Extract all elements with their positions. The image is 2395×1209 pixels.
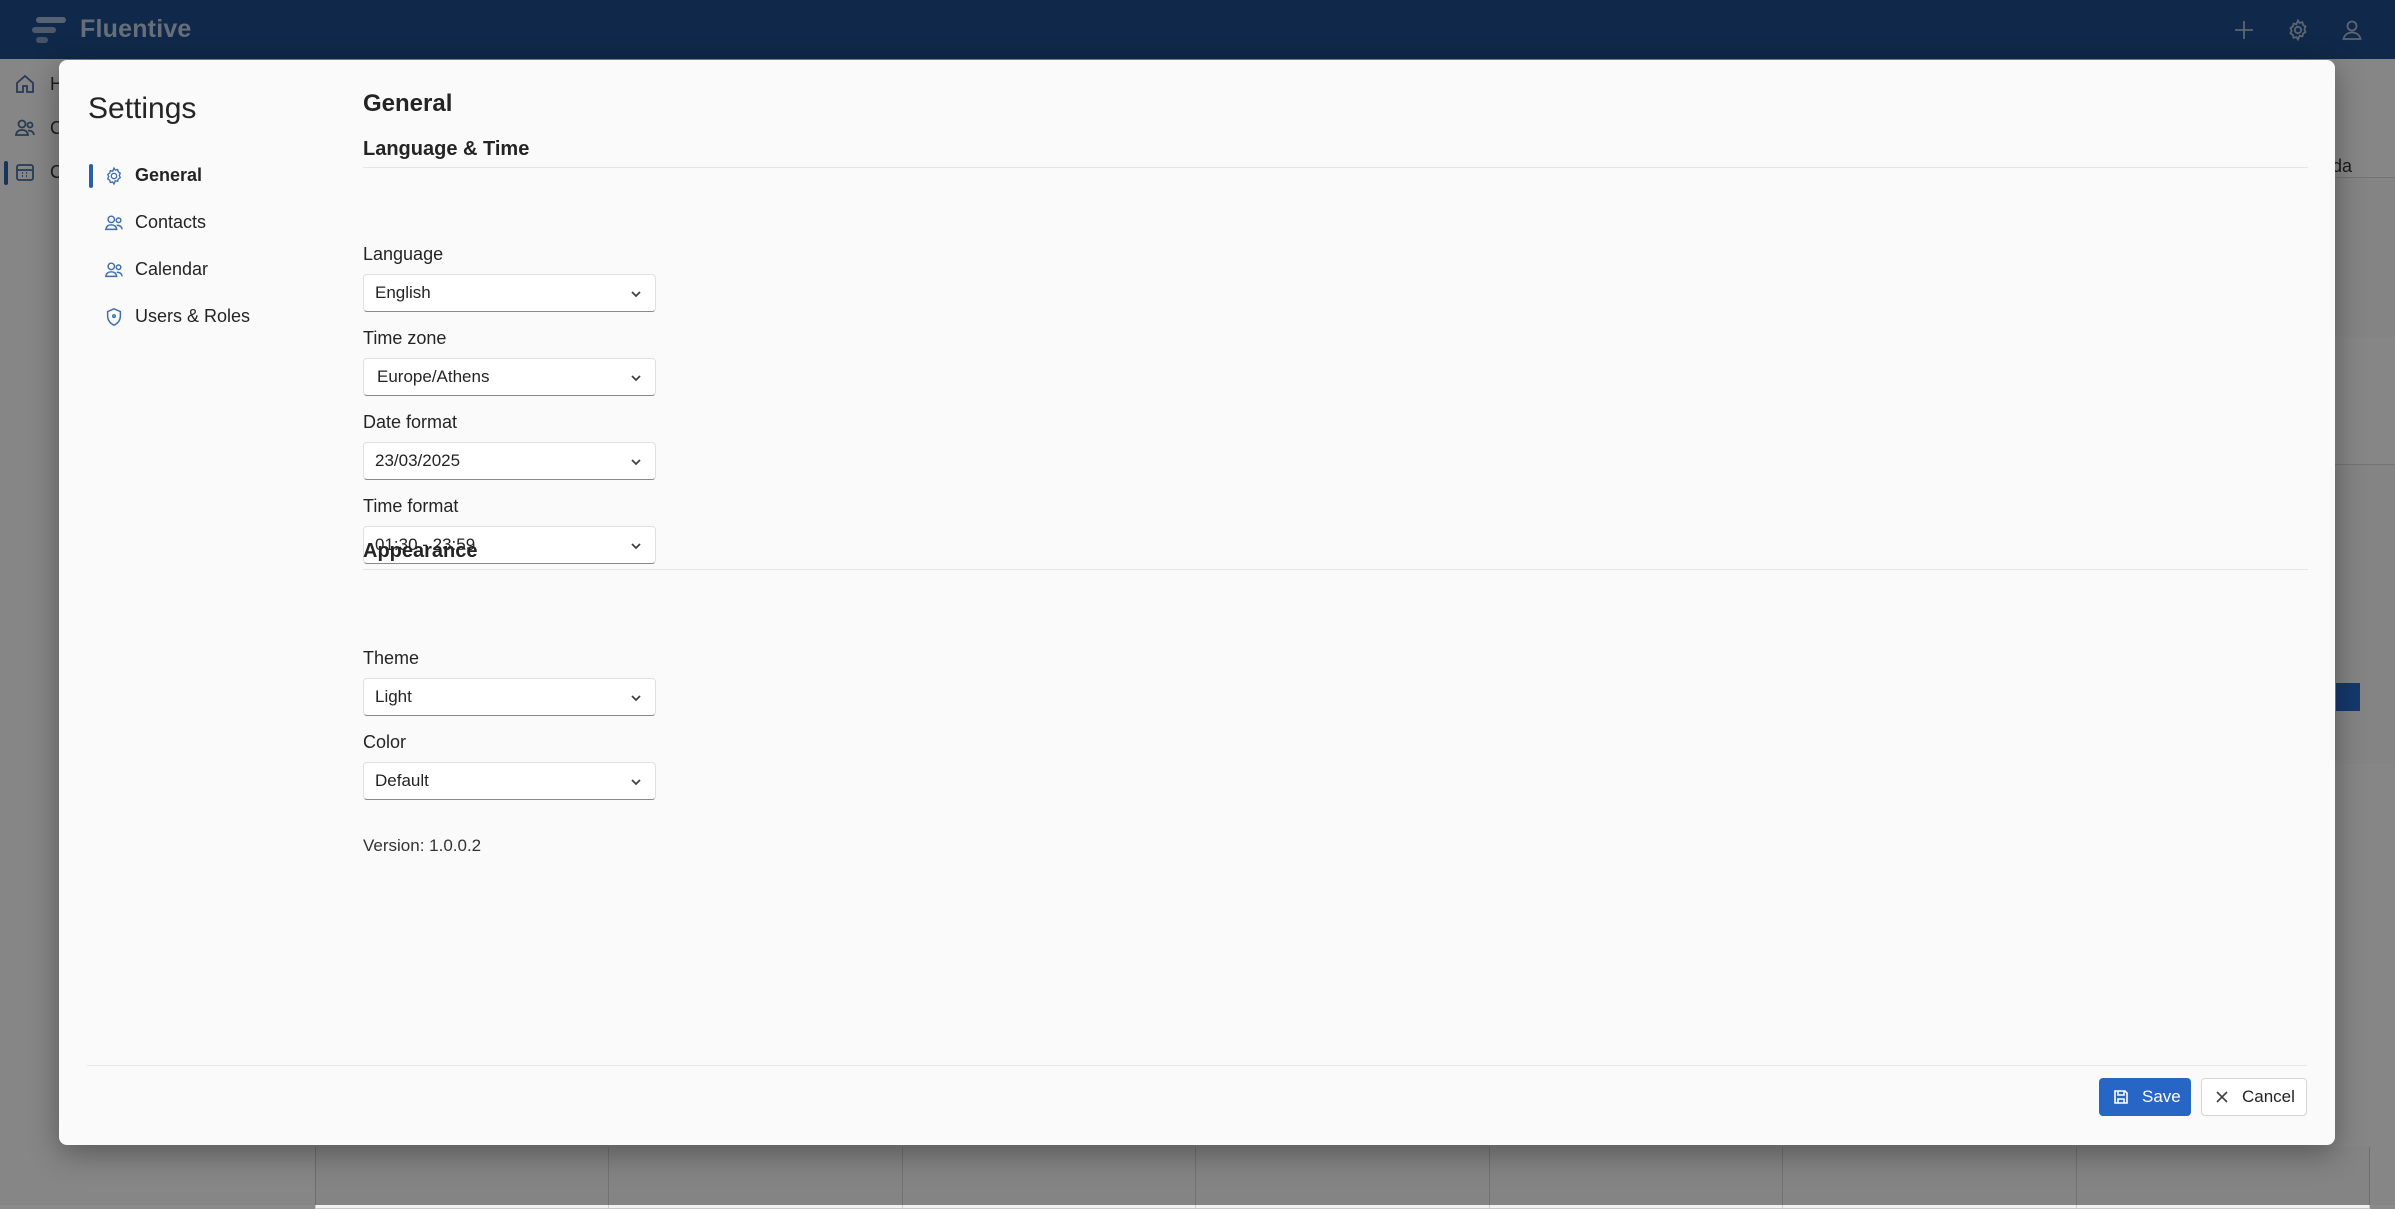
time-zone-select[interactable]: Europe/Athens <box>363 358 656 396</box>
save-button-label: Save <box>2142 1087 2181 1106</box>
settings-nav-contacts[interactable]: Contacts <box>89 199 349 246</box>
theme-field: Theme Light <box>363 648 656 716</box>
field-label: Date format <box>363 412 458 432</box>
footer-divider <box>87 1065 2307 1066</box>
settings-nav: General Contacts Calendar Users & Roles <box>89 152 349 340</box>
settings-nav-users-roles[interactable]: Users & Roles <box>89 293 349 340</box>
select-value: Europe/Athens <box>377 367 490 386</box>
chevron-down-icon <box>629 371 643 385</box>
time-zone-field: Time zone Europe/Athens <box>363 328 656 396</box>
settings-nav-general[interactable]: General <box>89 152 349 199</box>
people-icon <box>103 259 125 281</box>
settings-nav-label: Calendar <box>135 259 209 279</box>
chevron-down-icon <box>629 775 643 789</box>
version-text: Version: 1.0.0.2 <box>363 836 482 855</box>
field-label: Color <box>363 732 407 752</box>
section-title-language-time: Language & Time <box>363 138 2308 168</box>
chevron-down-icon <box>629 287 643 301</box>
field-label: Theme <box>363 648 420 668</box>
settings-nav-label: Users & Roles <box>135 306 251 326</box>
date-format-field: Date format 23/03/2025 <box>363 412 656 480</box>
settings-nav-label: General <box>135 165 203 185</box>
active-indicator <box>89 164 93 188</box>
chevron-down-icon <box>629 691 643 705</box>
color-field: Color Default <box>363 732 656 800</box>
shield-icon <box>103 306 125 328</box>
settings-nav-label: Contacts <box>135 212 207 232</box>
save-icon <box>2112 1088 2130 1106</box>
cancel-button-label: Cancel <box>2242 1087 2295 1106</box>
page-title: General <box>363 90 453 117</box>
gear-icon <box>103 165 125 187</box>
cancel-button[interactable]: Cancel <box>2201 1078 2307 1116</box>
save-button[interactable]: Save <box>2099 1078 2191 1116</box>
people-icon <box>103 212 125 234</box>
field-label: Language <box>363 244 444 264</box>
chevron-down-icon <box>629 455 643 469</box>
settings-nav-calendar[interactable]: Calendar <box>89 246 349 293</box>
field-label: Time format <box>363 496 459 516</box>
date-format-select[interactable]: 23/03/2025 <box>363 442 656 480</box>
dialog-title: Settings <box>88 92 197 125</box>
select-value: Default <box>375 771 429 790</box>
color-select[interactable]: Default <box>363 762 656 800</box>
settings-content: General Language & Time Language English… <box>363 90 2308 855</box>
language-select[interactable]: English <box>363 274 656 312</box>
language-field: Language English <box>363 244 656 312</box>
select-value: English <box>375 283 431 302</box>
select-value: 23/03/2025 <box>375 451 461 470</box>
field-label: Time zone <box>363 328 447 348</box>
select-value: Light <box>375 687 412 706</box>
section-title-appearance: Appearance <box>363 540 2308 570</box>
theme-select[interactable]: Light <box>363 678 656 716</box>
settings-dialog: Settings General Contacts Calendar Users… <box>59 60 2335 1145</box>
close-icon <box>2214 1088 2230 1106</box>
